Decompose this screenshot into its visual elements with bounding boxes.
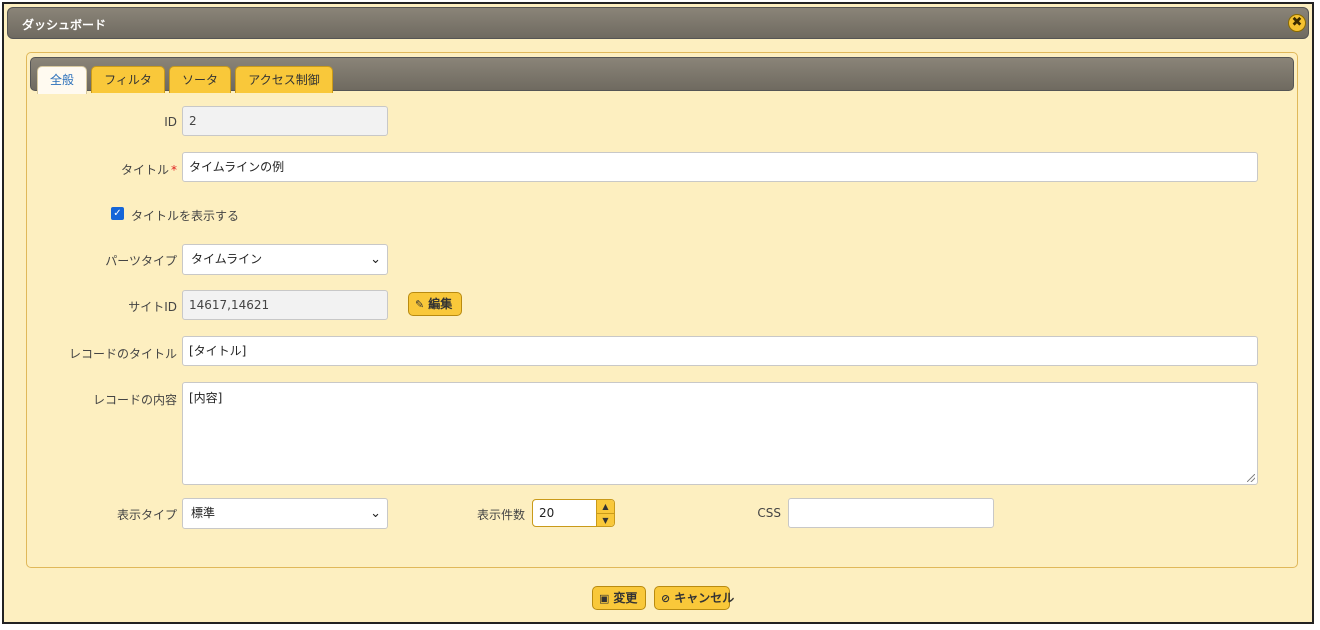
display-type-select[interactable]: 標準 ⌄	[182, 498, 388, 529]
display-count-stepper[interactable]: 20 ▲ ▼	[532, 499, 615, 527]
record-body-textarea[interactable]: [内容]	[182, 382, 1258, 485]
title-label: タイトル *	[120, 163, 177, 177]
cancel-icon: ⊘	[661, 592, 671, 605]
close-icon[interactable]: ✖	[1288, 14, 1306, 32]
show-title-checkbox[interactable]: ✓	[111, 207, 124, 220]
required-mark: *	[171, 163, 177, 177]
save-icon: ▣	[599, 592, 610, 605]
show-title-label[interactable]: タイトルを表示する	[131, 207, 239, 224]
tab-bar: 全般 フィルタ ソータ アクセス制御	[30, 57, 1294, 94]
id-label: ID	[164, 115, 177, 129]
edit-site-button[interactable]: ✎ 編集	[408, 292, 462, 316]
tab-general[interactable]: 全般	[37, 66, 87, 94]
dashboard-dialog: ダッシュボード ✖ 全般 フィルタ ソータ アクセス制御 ID 2 タイトル * …	[2, 2, 1314, 624]
chevron-down-icon: ⌄	[370, 252, 381, 267]
increment-icon[interactable]: ▲	[596, 500, 614, 513]
dialog-titlebar[interactable]: ダッシュボード ✖	[7, 7, 1309, 39]
record-title-field[interactable]: [タイトル]	[182, 336, 1258, 366]
css-label: CSS	[757, 506, 781, 520]
part-type-label: パーツタイプ	[105, 254, 177, 268]
id-field[interactable]: 2	[182, 106, 388, 136]
part-type-select[interactable]: タイムライン ⌄	[182, 244, 388, 275]
tab-sorter[interactable]: ソータ	[169, 66, 231, 93]
display-count-value: 20	[539, 506, 555, 520]
dialog-title: ダッシュボード	[22, 18, 107, 32]
update-button[interactable]: ▣ 変更	[592, 586, 646, 610]
tab-filter[interactable]: フィルタ	[91, 66, 165, 93]
site-id-field[interactable]: 14617,14621	[182, 290, 388, 320]
display-type-label: 表示タイプ	[116, 508, 177, 522]
resize-handle[interactable]	[1247, 474, 1255, 482]
css-field[interactable]	[788, 498, 994, 528]
tab-access-control[interactable]: アクセス制御	[235, 66, 333, 93]
cancel-button[interactable]: ⊘ キャンセル	[654, 586, 734, 610]
record-body-label: レコードの内容	[92, 393, 177, 407]
display-count-label: 表示件数	[476, 508, 525, 522]
pencil-icon: ✎	[415, 298, 425, 311]
record-body-value: [内容]	[189, 391, 223, 405]
part-type-value: タイムライン	[191, 252, 263, 266]
record-title-label: レコードのタイトル	[68, 347, 177, 361]
title-field[interactable]: タイムラインの例	[182, 152, 1258, 182]
display-type-value: 標準	[191, 506, 216, 520]
settings-panel: 全般 フィルタ ソータ アクセス制御 ID 2 タイトル * タイムラインの例 ✓…	[26, 52, 1298, 568]
site-id-label: サイトID	[128, 300, 177, 314]
decrement-icon[interactable]: ▼	[596, 513, 614, 526]
